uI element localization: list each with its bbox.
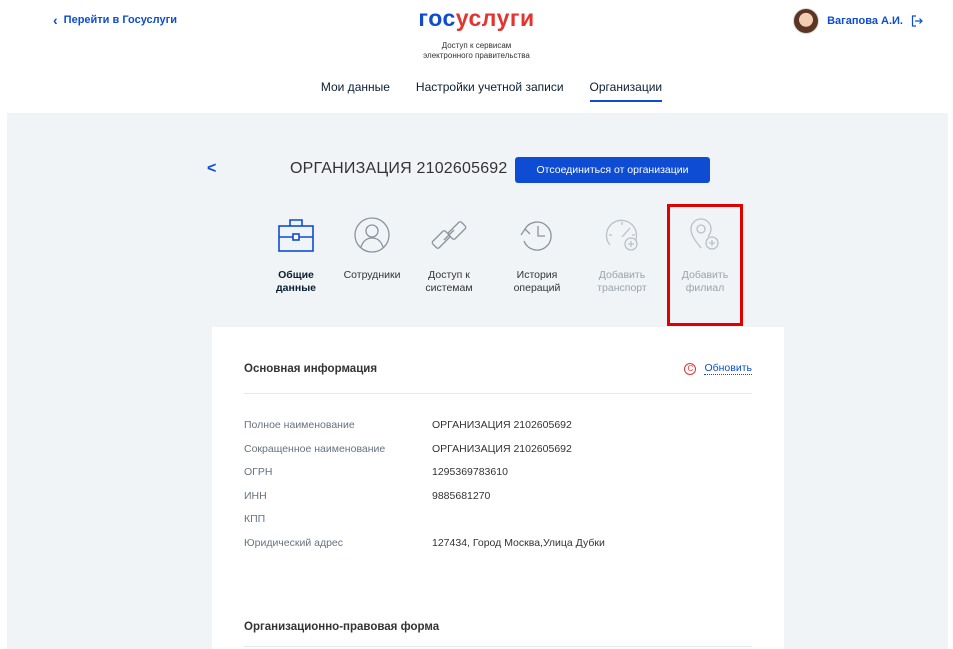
info-value: 9885681270 [432, 489, 491, 502]
info-value: ОРГАНИЗАЦИЯ 2102605692 [432, 419, 572, 431]
back-to-gosuslugi-link[interactable]: ‹ Перейти в Госуслуги [53, 12, 177, 28]
tab-my-data[interactable]: Мои данные [321, 80, 390, 102]
briefcase-icon [278, 219, 314, 252]
tile-label-line-2: данные [276, 282, 316, 294]
tile-label: Сотрудники [332, 269, 412, 282]
user-menu[interactable]: Вагапова А.И. [793, 8, 923, 34]
tile-label-line-1: Сотрудники [343, 269, 401, 281]
divider [244, 646, 752, 647]
tile-label: Добавить транспорт [582, 269, 662, 295]
org-back-chevron-icon[interactable]: < [207, 160, 216, 178]
tile-label-line-2: операций [513, 282, 561, 294]
info-row-short-name: Сокращенное наименование ОРГАНИЗАЦИЯ 210… [244, 443, 752, 467]
tile-label-line-2: транспорт [597, 282, 647, 294]
tile-label-line-1: История [516, 269, 558, 281]
tile-label: История операций [497, 269, 577, 295]
tile-label-line-1: Добавить [598, 269, 646, 281]
history-icon [520, 221, 552, 251]
info-row-legal-address: Юридический адрес 127434, Город Москва,У… [244, 537, 752, 561]
info-row-inn: ИНН 9885681270 [244, 490, 752, 514]
info-row-kpp: КПП [244, 513, 752, 537]
tile-label-line-1: Добавить [681, 269, 729, 281]
info-key: Полное наименование [244, 419, 355, 431]
info-row-ogrn: ОГРН 1295369783610 [244, 466, 752, 490]
tile-add-branch[interactable]: Добавить филиал [665, 215, 745, 295]
info-value: ОРГАНИЗАЦИЯ 2102605692 [432, 442, 572, 455]
tab-organizations[interactable]: Организации [589, 80, 663, 102]
info-key: ОГРН [244, 466, 273, 479]
tile-label: Общие данные [256, 269, 336, 295]
tagline-line-1: Доступ к сервисам [441, 41, 512, 50]
refresh-icon: C [684, 362, 697, 375]
tile-general-data[interactable]: Общие данные [256, 215, 336, 295]
main-info-card: Основная информация C Обновить Полное на… [212, 327, 784, 649]
user-circle-icon [354, 217, 390, 253]
logo-part-gos: гос [418, 5, 456, 31]
tile-operations-history[interactable]: История операций [497, 215, 577, 295]
logout-icon[interactable] [911, 15, 923, 27]
refresh-label: Обновить [704, 362, 752, 375]
legal-form-heading: Организационно-правовая форма [244, 621, 440, 633]
tile-label-line-1: Доступ к [428, 269, 470, 281]
tile-label-line-2: системам [425, 282, 473, 294]
tile-systems-access[interactable]: Доступ к системам [409, 215, 489, 295]
user-name[interactable]: Вагапова А.И. [827, 15, 903, 27]
info-value: 127434, Город Москва,Улица Дубки [432, 536, 605, 549]
back-link-label: Перейти в Госуслуги [63, 14, 177, 26]
link-icon [431, 221, 467, 249]
info-key: Юридический адрес [244, 536, 344, 549]
logo-part-uslugi: услуги [455, 5, 535, 31]
tile-label: Доступ к системам [409, 269, 489, 295]
tagline-line-2: электронного правительства [423, 51, 530, 60]
speedometer-add-icon [605, 219, 638, 251]
tab-account-settings[interactable]: Настройки учетной записи [416, 80, 564, 102]
account-tabs: Мои данные Настройки учетной записи Орга… [0, 80, 953, 102]
tile-add-transport[interactable]: Добавить транспорт [582, 215, 662, 295]
tile-label: Добавить филиал [665, 269, 745, 295]
tagline: Доступ к сервисам электронного правитель… [0, 41, 953, 61]
gosuslugi-page: ‹ Перейти в Госуслуги госуслуги Доступ к… [0, 0, 953, 649]
info-key: Сокращенное наименование [244, 442, 386, 455]
chevron-left-icon: ‹ [53, 12, 58, 28]
info-key: ИНН [244, 489, 267, 502]
info-row-full-name: Полное наименование ОРГАНИЗАЦИЯ 21026056… [244, 419, 752, 443]
avatar[interactable] [793, 8, 820, 34]
refresh-button[interactable]: C Обновить [684, 362, 752, 375]
info-key: КПП [244, 513, 266, 526]
tile-label-line-2: филиал [685, 282, 725, 294]
tile-label-line-1: Общие [278, 269, 314, 281]
info-rows: Полное наименование ОРГАНИЗАЦИЯ 21026056… [244, 419, 752, 561]
organization-title: ОРГАНИЗАЦИЯ 2102605692 [290, 160, 508, 177]
location-add-icon [690, 218, 719, 250]
divider [244, 393, 752, 394]
tile-employees[interactable]: Сотрудники [332, 215, 412, 282]
main-info-heading: Основная информация [244, 363, 378, 375]
disconnect-from-organization-button[interactable]: Отсоединиться от организации [515, 157, 710, 183]
info-value: 1295369783610 [432, 466, 508, 479]
